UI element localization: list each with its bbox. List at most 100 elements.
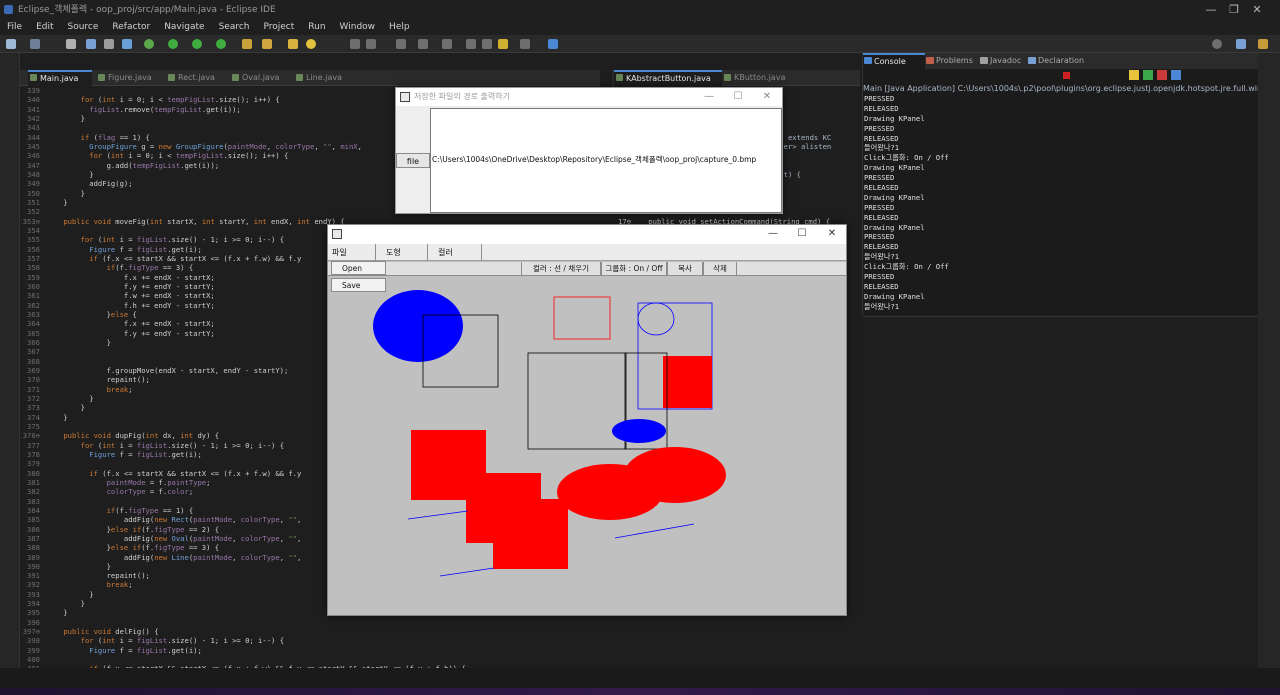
line-number: 354 <box>27 225 40 235</box>
code-line[interactable]: 398 for (int i = figList.size() - 1; i >… <box>20 636 600 645</box>
search-icon[interactable] <box>306 39 316 49</box>
app-title-bar: — ☐ ✕ <box>328 225 846 244</box>
tab-console[interactable]: Console <box>863 53 925 69</box>
app-close-button[interactable]: ✕ <box>817 225 847 243</box>
code-text: if(f.figType == 3) { <box>106 263 194 273</box>
console-line: 들어왔나?1 <box>864 301 900 311</box>
code-text: f.w += endX - startX; <box>46 291 215 301</box>
drawing-canvas[interactable] <box>328 277 846 615</box>
search-top-icon[interactable] <box>1212 39 1222 49</box>
tab-kbutton-java[interactable]: KButton.java <box>722 70 802 86</box>
dialog-maximize-button[interactable]: ☐ <box>723 88 753 106</box>
tab-line-java[interactable]: Line.java <box>294 70 358 86</box>
console-line: RELEASED <box>864 212 899 222</box>
save-icon[interactable] <box>30 39 40 49</box>
pin-console-icon[interactable] <box>1171 70 1181 80</box>
app-maximize-button[interactable]: ☐ <box>787 225 817 243</box>
show-whitespace-icon[interactable] <box>396 39 406 49</box>
menu-project[interactable]: Project <box>256 20 301 35</box>
line-number: 348 <box>27 169 40 179</box>
menu-color-kr[interactable]: 컬러 <box>428 244 482 261</box>
tab-declaration[interactable]: Declaration <box>1027 53 1097 69</box>
tab-oval-java[interactable]: Oval.java <box>230 70 294 86</box>
java-file-icon <box>30 74 37 81</box>
line-number: 381 <box>27 477 40 487</box>
perspective-icon[interactable] <box>1236 39 1246 49</box>
toggle-mark-icon[interactable] <box>366 39 376 49</box>
show-stderr-icon[interactable] <box>1157 70 1167 80</box>
terminate-icon[interactable] <box>1063 72 1070 79</box>
menu-refactor[interactable]: Refactor <box>105 20 157 35</box>
tab-main-java[interactable]: Main.java <box>28 70 92 86</box>
blue-filled-oval-small <box>612 419 666 443</box>
scroll-lock-icon[interactable] <box>1129 70 1139 80</box>
debug-icon[interactable] <box>144 39 154 49</box>
block-selection-icon[interactable] <box>418 39 428 49</box>
app-minimize-button[interactable]: — <box>758 225 788 243</box>
dialog-minimize-button[interactable]: — <box>694 88 724 106</box>
open-type-icon[interactable] <box>66 39 76 49</box>
line-number: 364 <box>27 319 40 329</box>
path-text-area[interactable]: C:\Users\1004s\OneDrive\Desktop\Reposito… <box>430 108 782 213</box>
show-console-icon[interactable] <box>1143 70 1153 80</box>
tab-problems[interactable]: Problems <box>925 53 977 69</box>
new-java-project-icon[interactable] <box>242 39 252 49</box>
line-number: 396 <box>27 617 40 627</box>
close-button[interactable]: ✕ <box>1234 0 1280 20</box>
menu-file[interactable]: File <box>0 20 29 35</box>
console-line: RELEASED <box>864 183 899 193</box>
code-line[interactable]: 399 Figure f = figList.get(i); <box>20 646 600 655</box>
dialog-close-button[interactable]: ✕ <box>752 88 782 106</box>
pin-editor-icon[interactable] <box>548 39 558 49</box>
status-delete[interactable]: 삭제 <box>703 262 737 276</box>
status-group[interactable]: 그룹화 : On / Off <box>601 262 667 276</box>
code-line[interactable]: 396 <box>20 618 600 627</box>
file-button[interactable]: file <box>396 153 430 168</box>
java-perspective-icon[interactable] <box>1258 39 1268 49</box>
line-number: 380 <box>27 468 40 478</box>
menu-source[interactable]: Source <box>61 20 106 35</box>
menu-navigate[interactable]: Navigate <box>157 20 211 35</box>
menu-item-save[interactable]: Save <box>331 278 386 292</box>
prev-annotation-icon[interactable] <box>466 39 476 49</box>
code-text: Figure f = figList.get(i); <box>89 645 202 655</box>
line-number: 351 <box>27 197 40 207</box>
code-line[interactable]: 397⊖ public void delFig() { <box>20 627 600 636</box>
dialog-content: file C:\Users\1004s\OneDrive\Desktop\Rep… <box>396 106 782 213</box>
line-number: 391 <box>27 571 40 581</box>
status-color[interactable]: 컬러 : 선 / 채우기 <box>521 262 601 276</box>
forward-icon[interactable] <box>520 39 530 49</box>
run-icon[interactable] <box>168 39 178 49</box>
skip-breakpoints-icon[interactable] <box>104 39 114 49</box>
back-icon[interactable] <box>498 39 508 49</box>
line-number: 370 <box>27 375 40 385</box>
menu-window[interactable]: Window <box>333 20 383 35</box>
menu-run[interactable]: Run <box>301 20 332 35</box>
tab-rect-java[interactable]: Rect.java <box>166 70 230 86</box>
code-line[interactable]: 400 <box>20 655 600 664</box>
line-number: 372 <box>27 393 40 403</box>
last-edit-icon[interactable] <box>482 39 492 49</box>
next-annotation-icon[interactable] <box>442 39 452 49</box>
menu-item-open[interactable]: Open <box>331 261 386 275</box>
annotation-icon[interactable] <box>350 39 360 49</box>
tab-javadoc[interactable]: Javadoc <box>979 53 1031 69</box>
status-copy[interactable]: 복사 <box>667 262 703 276</box>
code-text: } <box>46 188 85 198</box>
menu-help[interactable]: Help <box>382 20 417 35</box>
coverage-icon[interactable] <box>192 39 202 49</box>
code-text: }else { <box>46 309 137 319</box>
tab-kabstractbutton-java[interactable]: KAbstractButton.java <box>614 70 722 86</box>
new-icon[interactable] <box>6 39 16 49</box>
open-type-icon-2[interactable] <box>288 39 298 49</box>
new-package-icon[interactable] <box>262 39 272 49</box>
code-text: break; <box>106 580 133 590</box>
menu-shape-kr[interactable]: 도형 <box>376 244 428 261</box>
external-tools-icon[interactable] <box>216 39 226 49</box>
menu-file-kr[interactable]: 파일 <box>328 244 376 261</box>
menu-edit[interactable]: Edit <box>29 20 60 35</box>
terminal-icon[interactable] <box>86 39 96 49</box>
tab-figure-java[interactable]: Figure.java <box>96 70 166 86</box>
menu-search[interactable]: Search <box>212 20 257 35</box>
build-icon[interactable] <box>122 39 132 49</box>
